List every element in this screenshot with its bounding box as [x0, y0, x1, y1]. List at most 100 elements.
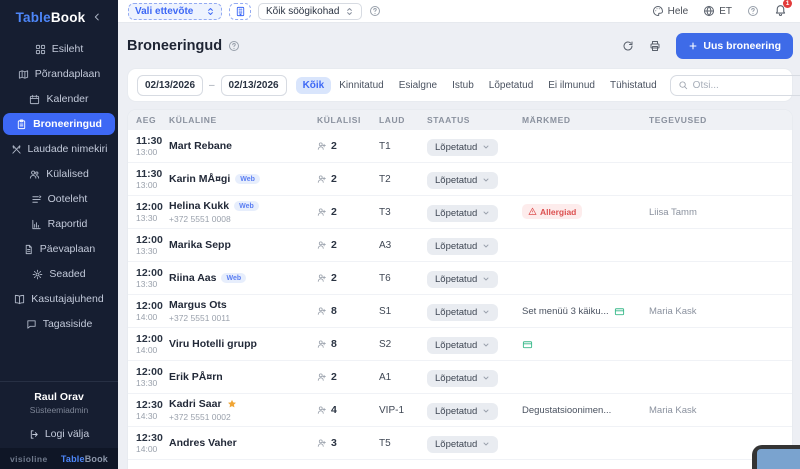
filter-tab-kinnitatud[interactable]: Kinnitatud — [332, 77, 390, 94]
column-header-kulalisi: KÜLALISI — [317, 115, 379, 125]
booking-row[interactable]: 12:0013:30Riina AasWeb2T6Lõpetatud — [128, 262, 792, 295]
page-title: Broneeringud — [127, 38, 222, 54]
assignee-name: Liisa Tamm — [649, 207, 792, 218]
sidebar-item-seaded[interactable]: Seaded — [3, 263, 115, 285]
sidebar-item-kulalised[interactable]: Külalised — [3, 163, 115, 185]
company-select[interactable]: Vali ettevõte — [128, 3, 222, 20]
booking-time: 12:0013:30 — [136, 267, 169, 290]
sidebar-nav: Esileht Põrandaplaan Kalender Broneeringud L… — [0, 34, 118, 335]
logout-button[interactable]: Logi välja — [4, 428, 114, 440]
filter-tab-esialgne[interactable]: Esialgne — [392, 77, 444, 94]
sidebar-item-paevaplaan[interactable]: Päevaplaan — [3, 238, 115, 260]
sidebar-item-tagasiside[interactable]: Tagasiside — [3, 313, 115, 335]
status-select[interactable]: Lõpetatud — [427, 436, 498, 453]
guest-name: Karin MÅ¤gi — [169, 173, 230, 185]
cutlery-icon — [11, 144, 22, 155]
new-booking-button[interactable]: Uus broneering — [676, 33, 793, 59]
booking-row[interactable]: 11:3013:00Karin MÅ¤giWeb2T2Lõpetatud — [128, 163, 792, 196]
page-help-icon[interactable] — [228, 40, 240, 52]
booking-row[interactable]: 12:0013:30Erik PÅ¤rn2A1Lõpetatud — [128, 361, 792, 394]
booking-row[interactable]: 12:3014:00Andres Vaher3T5Lõpetatud — [128, 427, 792, 460]
location-select-value: Kõik söögikohad — [266, 6, 339, 17]
print-icon[interactable] — [649, 40, 661, 52]
booking-row[interactable]: 12:0014:00Margus Ots+372 5551 00118S1Lõp… — [128, 295, 792, 328]
status-select[interactable]: Lõpetatud — [427, 337, 498, 354]
filter-tab-koik[interactable]: Kõik — [296, 77, 332, 94]
status-select[interactable]: Lõpetatud — [427, 370, 498, 387]
language-select[interactable]: ET — [703, 5, 732, 17]
booking-row[interactable]: 11:3013:00Mart Rebane2T1Lõpetatud — [128, 130, 792, 163]
status-select[interactable]: Lõpetatud — [427, 403, 498, 420]
chevron-down-icon — [482, 308, 490, 316]
sidebar-item-ooteleht[interactable]: Ooteleht — [3, 188, 115, 210]
chevron-updown-icon — [206, 7, 215, 16]
booking-row[interactable]: 12:0013:30Marika Sepp2A3Lõpetatud — [128, 229, 792, 262]
booking-row[interactable]: 12:3014:30Kadri Saar+372 5551 00024VIP-1… — [128, 394, 792, 427]
status-label: Lõpetatud — [435, 274, 477, 285]
sidebar-item-label: Kalender — [46, 93, 88, 105]
theme-toggle[interactable]: Hele — [652, 5, 689, 17]
booking-time: 12:3014:30 — [136, 399, 169, 422]
filter-tab-lopetatud[interactable]: Lõpetatud — [482, 77, 541, 94]
bookings-table: AEGKÜLALINEKÜLALISILAUDSTAATUSMÄRKMEDTEG… — [127, 109, 793, 469]
sidebar: TableBook Esileht Põrandaplaan Kalender Bro… — [0, 0, 118, 469]
sidebar-item-kalender[interactable]: Kalender — [3, 88, 115, 110]
sidebar-item-laudade-nimekiri[interactable]: Laudade nimekiri — [3, 138, 115, 160]
status-select[interactable]: Lõpetatud — [427, 304, 498, 321]
table-label: A3 — [379, 240, 427, 251]
user-name: Raul Orav — [4, 391, 114, 403]
booking-row[interactable]: 12:0014:00Viru Hotelli grupp8S2Lõpetatud — [128, 328, 792, 361]
booking-time: 12:3014:00 — [136, 432, 169, 455]
guest-name: Riina Aas — [169, 272, 216, 284]
status-cell: Lõpetatud — [427, 236, 522, 255]
sidebar-item-label: Kasutajajuhend — [31, 293, 103, 305]
sidebar-item-porandaplaan[interactable]: Põrandaplaan — [3, 63, 115, 85]
table-label: T3 — [379, 207, 427, 218]
status-select[interactable]: Lõpetatud — [427, 139, 498, 156]
sidebar-item-esileht[interactable]: Esileht — [3, 38, 115, 60]
search-box[interactable] — [670, 75, 800, 96]
guest-count: 4 — [317, 404, 379, 416]
content-area: Broneeringud Uus broneering – KõikKinnit… — [118, 23, 800, 469]
web-badge: Web — [235, 174, 260, 184]
location-select[interactable]: Kõik söögikohad — [258, 3, 362, 20]
column-header-staatus: STAATUS — [427, 115, 522, 125]
search-input[interactable] — [693, 80, 800, 91]
sidebar-item-raportid[interactable]: Raportid — [3, 213, 115, 235]
status-select[interactable]: Lõpetatud — [427, 205, 498, 222]
status-select[interactable]: Lõpetatud — [427, 271, 498, 288]
booking-guest: Karin MÅ¤gi Web — [169, 173, 317, 185]
status-select[interactable]: Lõpetatud — [427, 238, 498, 255]
help-icon[interactable] — [369, 5, 381, 17]
date-from-input[interactable] — [137, 75, 203, 96]
booking-time: 12:0014:00 — [136, 333, 169, 356]
refresh-icon[interactable] — [622, 40, 634, 52]
notes-cell — [522, 339, 649, 350]
notifications-button[interactable]: 1 — [774, 3, 787, 19]
filter-tab-tuhistatud[interactable]: Tühistatud — [603, 77, 664, 94]
company-building-button[interactable] — [229, 3, 251, 20]
booking-row[interactable]: 12:30 — [128, 460, 792, 469]
filter-tab-ei-ilmunud[interactable]: Ei ilmunud — [541, 77, 602, 94]
filter-tab-istub[interactable]: Istub — [445, 77, 481, 94]
app-logo[interactable]: TableBook — [16, 10, 86, 25]
main-area: Vali ettevõte Kõik söögikohad Hele ET — [118, 0, 800, 469]
table-label: T2 — [379, 174, 427, 185]
theme-label: Hele — [668, 6, 689, 17]
allergy-badge: Allergiad — [522, 204, 582, 219]
booking-row[interactable]: 12:0013:30Helina KukkWeb+372 5551 00082T… — [128, 196, 792, 229]
help-icon[interactable] — [747, 5, 759, 17]
column-header-laud: LAUD — [379, 115, 427, 125]
notification-badge: 1 — [783, 0, 792, 8]
screen-widget-thumbnail[interactable] — [752, 445, 800, 469]
sidebar-item-broneeringud[interactable]: Broneeringud — [3, 113, 115, 135]
sidebar-collapse-icon[interactable] — [92, 12, 102, 22]
status-select[interactable]: Lõpetatud — [427, 172, 498, 189]
date-to-input[interactable] — [221, 75, 287, 96]
floorplan-icon — [18, 69, 29, 80]
calendar-icon — [29, 94, 40, 105]
status-label: Lõpetatud — [435, 307, 477, 318]
chevron-down-icon — [482, 374, 490, 382]
sidebar-item-kasutajajuhend[interactable]: Kasutajajuhend — [3, 288, 115, 310]
booking-time: 12:0013:30 — [136, 201, 169, 224]
